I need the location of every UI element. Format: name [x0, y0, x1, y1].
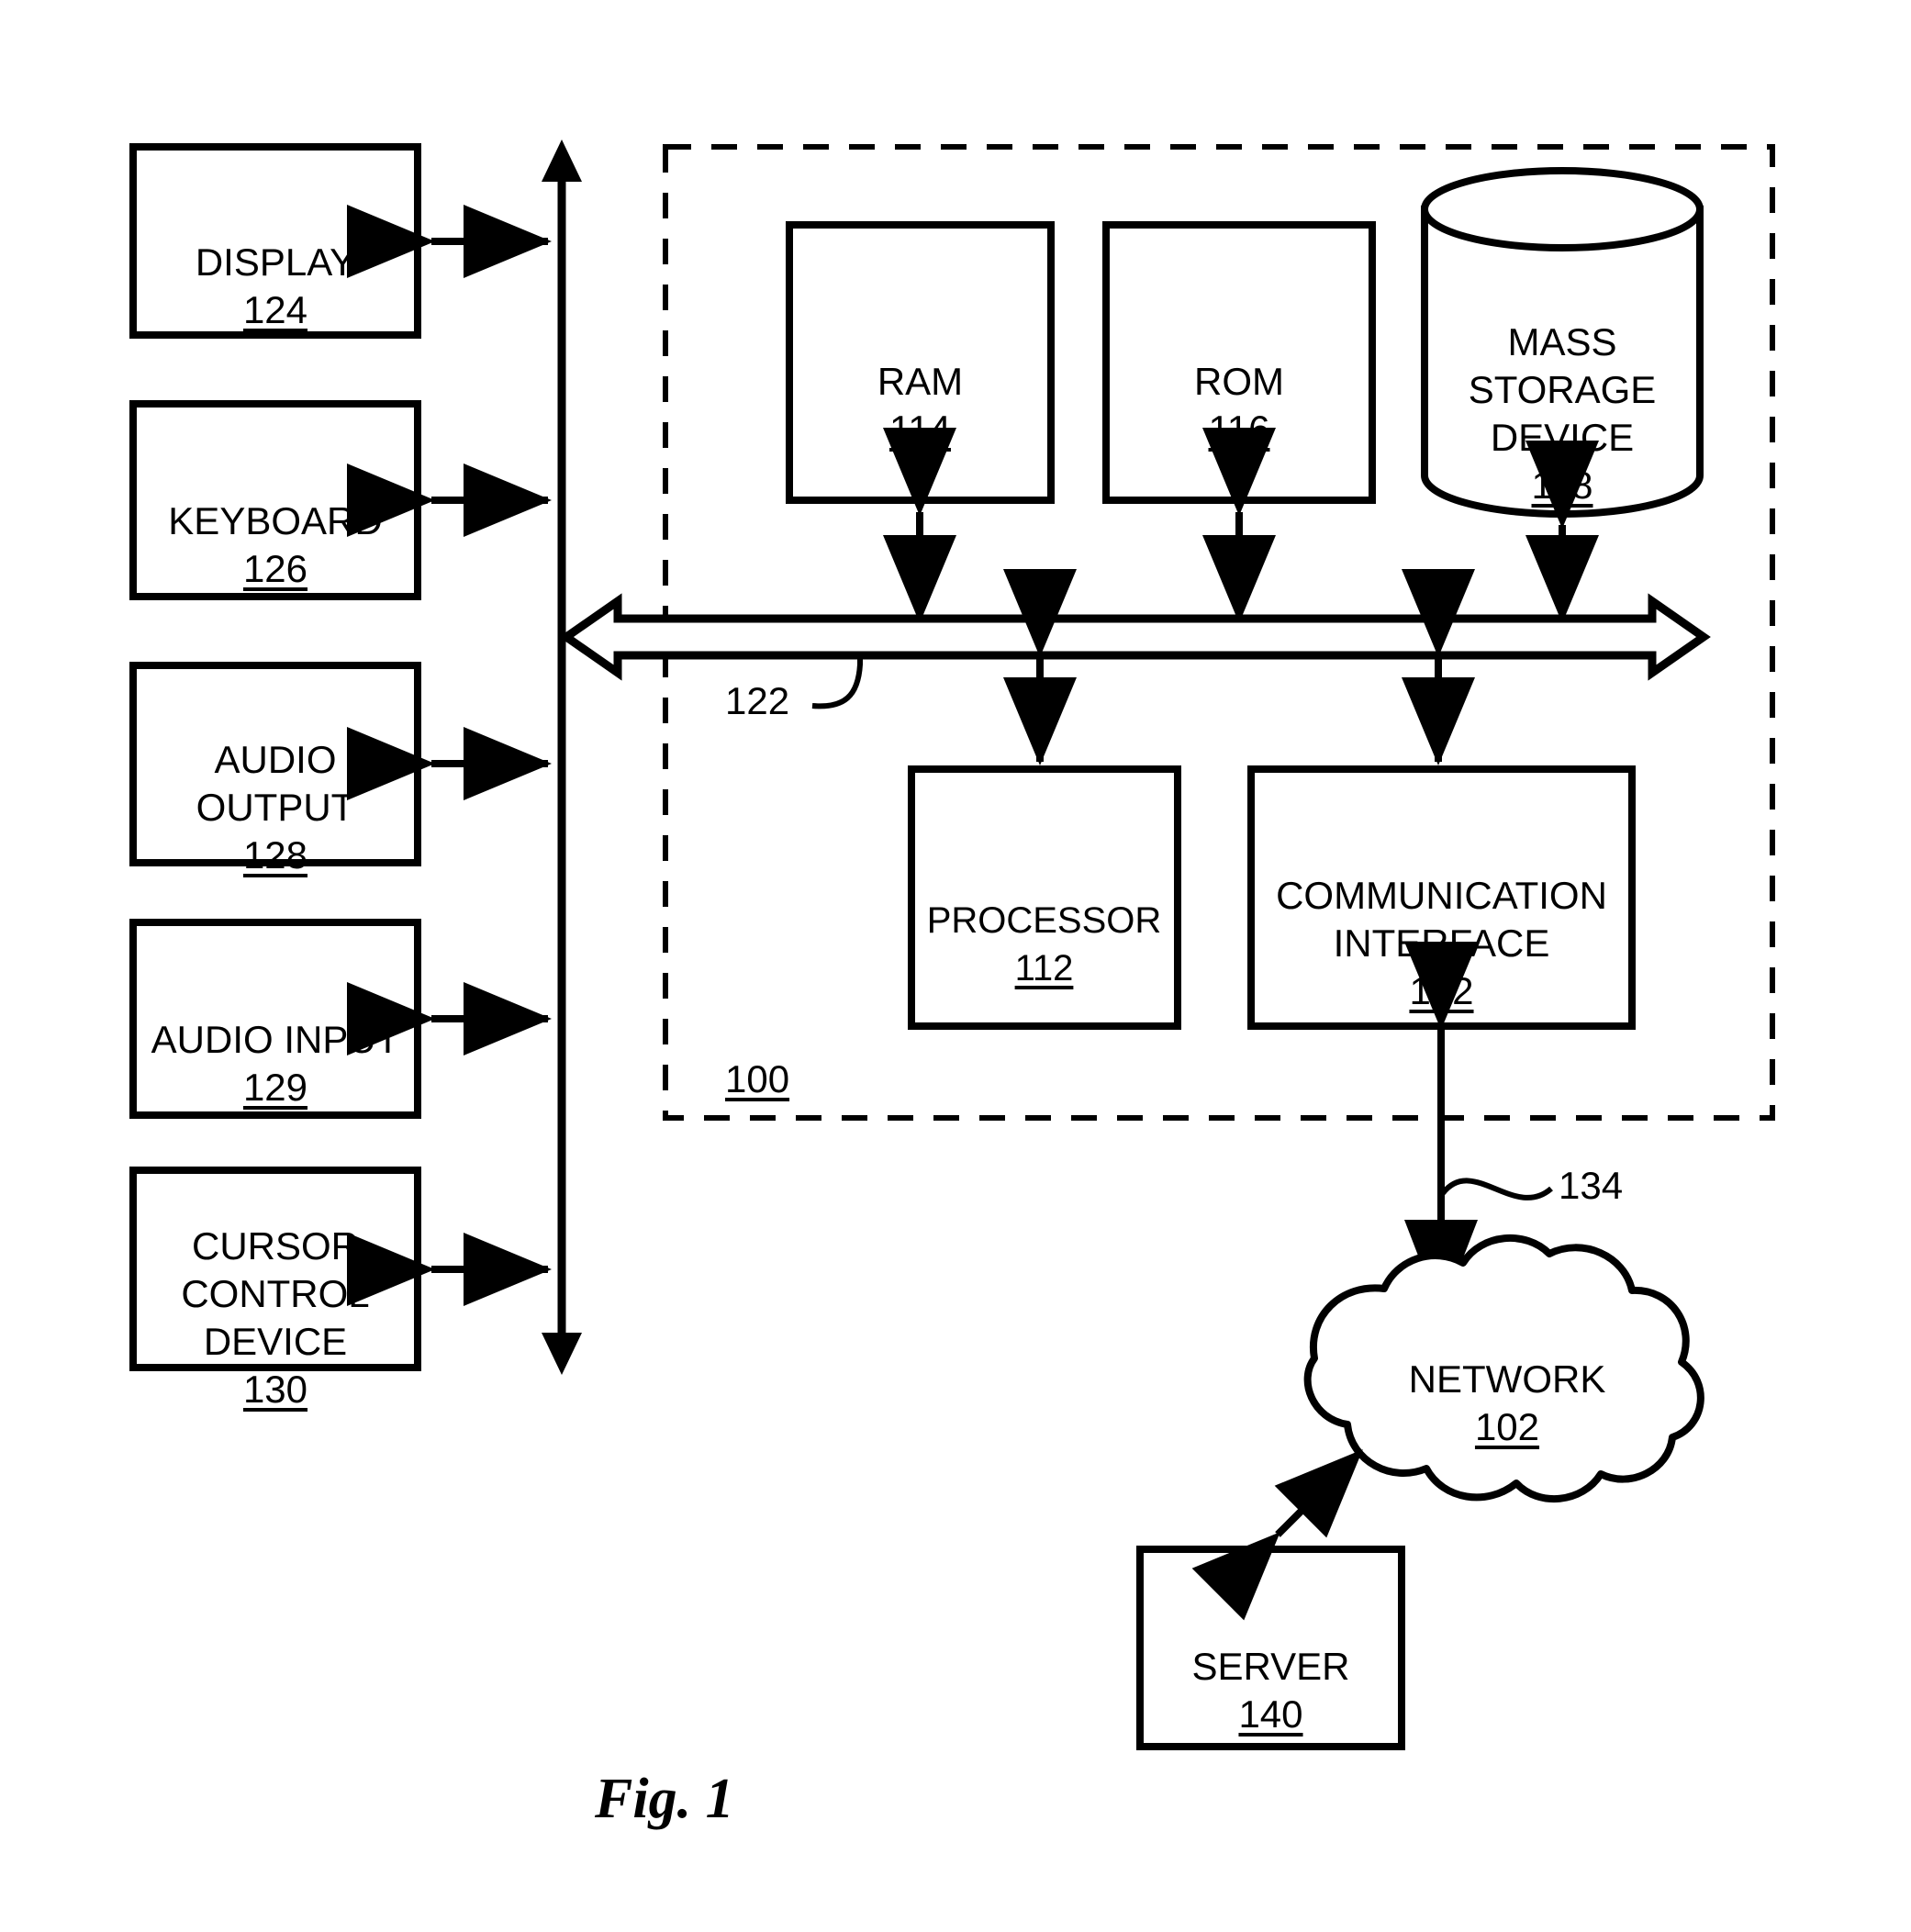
bus-lower-links: [1003, 569, 1475, 765]
box-display-124: [129, 143, 421, 339]
box-audio-input-129: [129, 919, 421, 1119]
patent-figure-page: DISPLAY 124 KEYBOARD 126 AUDIO OUTPUT 12…: [0, 0, 1911, 1932]
ref-system-100: 100: [725, 1057, 790, 1100]
peripheral-bus-arrow-up: [542, 140, 582, 182]
box-ram-114: [786, 221, 1055, 504]
box-communication-interface-132: [1247, 765, 1636, 1030]
server-network-link: [1191, 1449, 1363, 1621]
bus-leader-line: [811, 653, 863, 709]
system-bus-122: [559, 593, 1711, 681]
box-processor-112: [908, 765, 1181, 1030]
diagram-canvas: [129, 140, 1775, 1750]
box-server-140: [1136, 1546, 1405, 1750]
box-keyboard-126: [129, 400, 421, 600]
cloud-network-102: [1303, 1234, 1704, 1503]
network-link-leader: [1440, 1178, 1553, 1201]
box-audio-output-128: [129, 662, 421, 866]
ref-connection-134: 134: [1559, 1164, 1624, 1207]
cylinder-mass-storage-118: [1421, 167, 1704, 518]
ref-bus-122: 122: [725, 679, 790, 722]
figure-caption: Fig. 1: [595, 1768, 734, 1830]
peripheral-connectors: [347, 205, 552, 1306]
box-cursor-control-device-130: [129, 1167, 421, 1371]
peripheral-bus-arrow-down: [542, 1333, 582, 1375]
box-rom-116: [1102, 221, 1376, 504]
memory-bus-links: [883, 428, 1599, 623]
